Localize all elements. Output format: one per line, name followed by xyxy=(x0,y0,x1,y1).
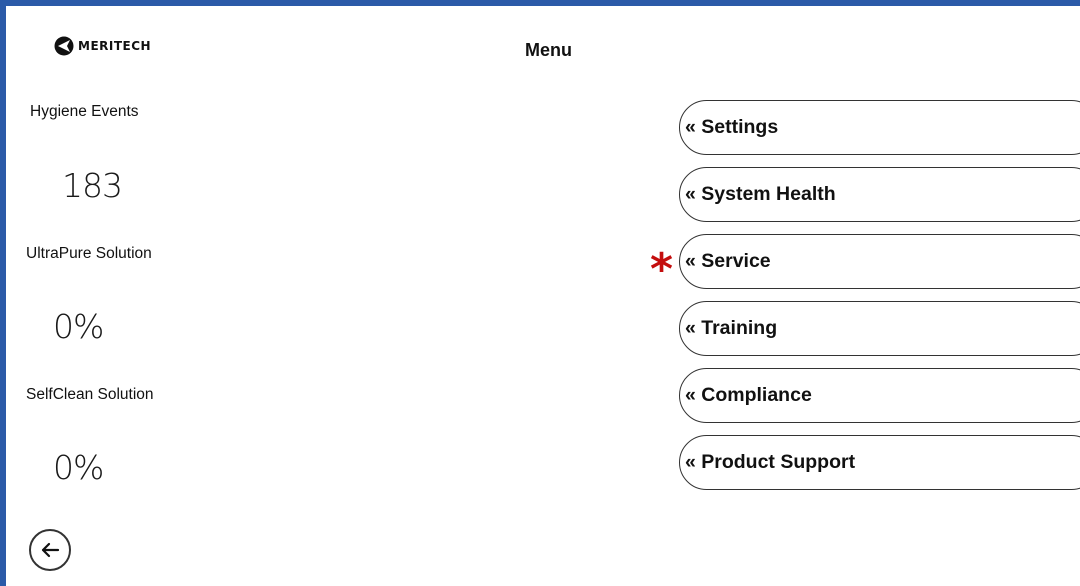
logo-text: MERITECH xyxy=(78,39,152,53)
meritech-logo-icon xyxy=(54,36,74,56)
ultrapure-solution-label: UltraPure Solution xyxy=(26,245,152,262)
hygiene-events-value: 183 xyxy=(62,166,123,205)
ultrapure-solution-value: 0% xyxy=(53,307,104,346)
settings-button[interactable]: « Settings xyxy=(679,100,1080,155)
selfclean-solution-value: 0% xyxy=(53,448,104,487)
selfclean-solution-label: SelfClean Solution xyxy=(26,386,154,403)
arrow-left-icon xyxy=(41,542,60,558)
hygiene-events-label: Hygiene Events xyxy=(30,103,139,120)
back-button[interactable] xyxy=(29,529,71,571)
app-frame xyxy=(0,0,1080,586)
brand-logo: MERITECH xyxy=(54,36,151,56)
system-health-button[interactable]: « System Health xyxy=(679,167,1080,222)
training-button[interactable]: « Training xyxy=(679,301,1080,356)
product-support-button[interactable]: « Product Support xyxy=(679,435,1080,490)
page-title: Menu xyxy=(525,40,572,60)
highlight-marker: * xyxy=(650,244,674,295)
service-button[interactable]: « Service xyxy=(679,234,1080,289)
compliance-button[interactable]: « Compliance xyxy=(679,368,1080,423)
